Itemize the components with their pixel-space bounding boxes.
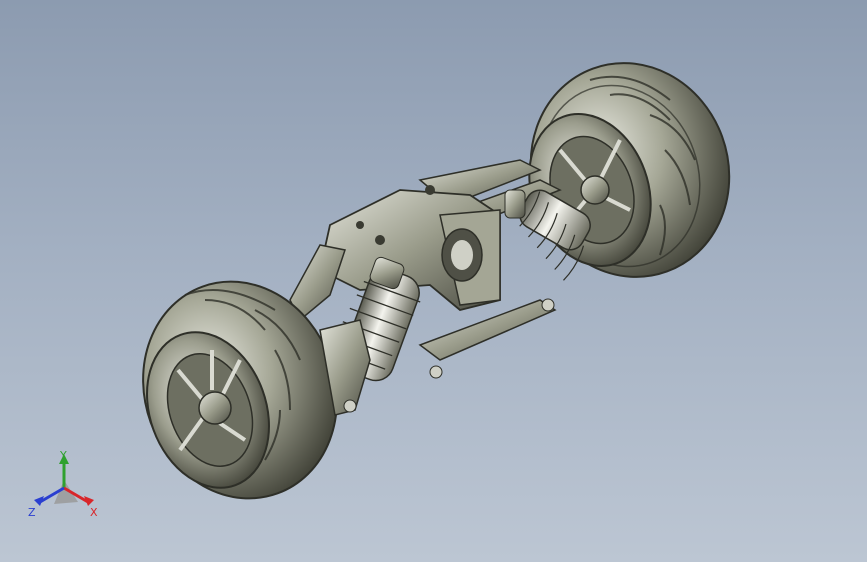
x-axis-label: X xyxy=(90,506,98,519)
z-axis-label: Z xyxy=(28,506,36,519)
y-axis-label: Y xyxy=(59,450,67,462)
coordinate-triad[interactable]: Y X Z xyxy=(28,450,108,522)
3d-model-viewport[interactable] xyxy=(0,0,867,562)
